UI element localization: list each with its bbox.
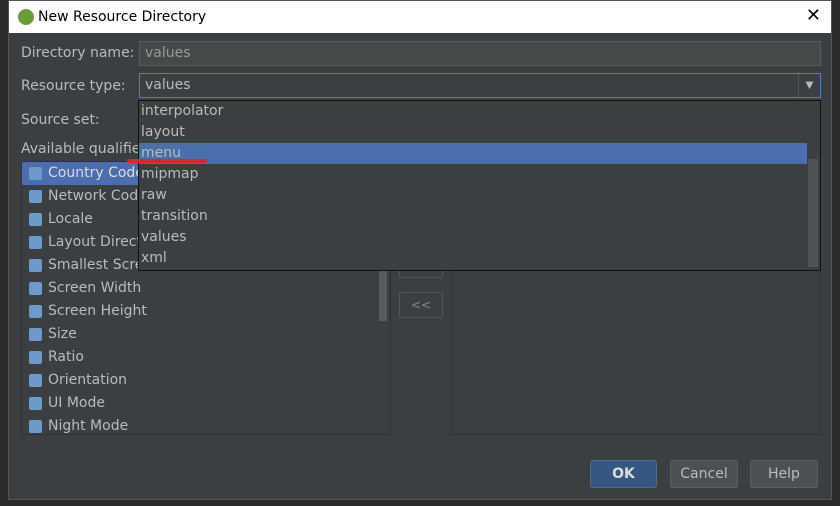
qualifier-icon (29, 420, 42, 433)
dropdown-option[interactable]: xml (139, 248, 820, 269)
dropdown-option[interactable]: interpolator (139, 101, 820, 122)
ok-button[interactable]: OK (590, 460, 657, 488)
resource-type-select[interactable]: values ▼ (139, 73, 821, 98)
qualifier-item[interactable]: Ratio (22, 346, 390, 369)
red-underline-annotation (127, 159, 207, 163)
dropdown-option[interactable]: transition (139, 206, 820, 227)
qualifier-icon (29, 167, 42, 180)
qualifier-label: Screen Height (48, 303, 147, 319)
resource-type-label: Resource type: (21, 78, 126, 94)
dropdown-option[interactable]: values (139, 227, 820, 248)
dropdown-option[interactable]: raw (139, 185, 820, 206)
qualifier-label: Locale (48, 211, 93, 227)
qualifier-label: Night Mode (48, 418, 129, 434)
android-studio-icon (18, 9, 34, 25)
resource-type-value: values (145, 77, 191, 93)
qualifier-icon (29, 351, 42, 364)
directory-name-label: Directory name: (21, 45, 135, 61)
qualifier-label: Size (48, 326, 77, 342)
cancel-button[interactable]: Cancel (670, 460, 738, 488)
qualifier-label: UI Mode (48, 395, 105, 411)
qualifier-icon (29, 397, 42, 410)
qualifier-icon (29, 305, 42, 318)
qualifier-item[interactable]: Orientation (22, 369, 390, 392)
qualifier-label: Country Code (48, 165, 144, 181)
dropdown-option[interactable]: mipmap (139, 164, 820, 185)
qualifier-item[interactable]: Size (22, 323, 390, 346)
qualifier-icon (29, 190, 42, 203)
qualifier-icon (29, 259, 42, 272)
dropdown-option[interactable]: menu (139, 143, 807, 164)
title-bar: New Resource Directory ✕ (9, 1, 831, 33)
chevron-down-icon[interactable]: ▼ (798, 74, 820, 97)
dropdown-scrollbar[interactable] (808, 159, 818, 267)
directory-name-input[interactable]: values (139, 41, 821, 66)
dialog-title: New Resource Directory (38, 9, 207, 25)
qualifier-icon (29, 213, 42, 226)
resource-type-dropdown[interactable]: interpolator layout menu mipmap raw transitio… (138, 100, 821, 271)
qualifier-label: Orientation (48, 372, 128, 388)
qualifier-item[interactable]: Night Mode (22, 415, 390, 434)
qualifier-item[interactable]: Screen Width (22, 277, 390, 300)
dropdown-option[interactable]: layout (139, 122, 820, 143)
qualifier-label: Screen Width (48, 280, 142, 296)
help-button[interactable]: Help (750, 460, 818, 488)
close-icon[interactable]: ✕ (806, 5, 821, 26)
qualifier-item[interactable]: UI Mode (22, 392, 390, 415)
qualifier-icon (29, 374, 42, 387)
remove-qualifier-button[interactable]: << (399, 292, 443, 318)
qualifier-label: Ratio (48, 349, 84, 365)
qualifier-item[interactable]: Screen Height (22, 300, 390, 323)
qualifier-icon (29, 282, 42, 295)
qualifier-icon (29, 328, 42, 341)
source-set-label: Source set: (21, 112, 100, 128)
new-resource-directory-dialog: New Resource Directory ✕ Directory name:… (8, 0, 832, 500)
qualifier-icon (29, 236, 42, 249)
qualifier-label: Network Code (48, 188, 147, 204)
